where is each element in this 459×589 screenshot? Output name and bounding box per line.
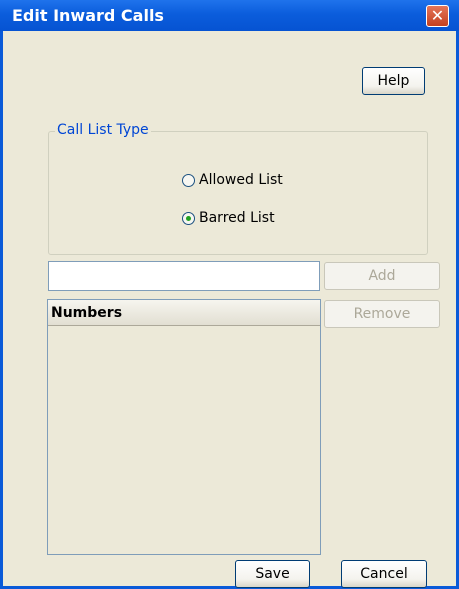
title-bar: Edit Inward Calls ✕ bbox=[0, 0, 459, 31]
cancel-button[interactable]: Cancel bbox=[341, 560, 427, 588]
radio-label-barred: Barred List bbox=[199, 210, 275, 226]
close-icon: ✕ bbox=[430, 6, 445, 25]
radio-selected-dot bbox=[186, 215, 191, 221]
radio-button-allowed[interactable] bbox=[182, 173, 195, 187]
call-list-type-legend: Call List Type bbox=[55, 122, 151, 138]
radio-barred-list[interactable]: Barred List bbox=[182, 210, 275, 226]
add-button[interactable]: Add bbox=[324, 262, 440, 290]
window-title: Edit Inward Calls bbox=[12, 6, 164, 25]
numbers-column-header[interactable]: Numbers bbox=[48, 300, 320, 326]
dialog-window: Edit Inward Calls ✕ Help Call List Type … bbox=[0, 0, 459, 589]
call-list-type-group: Call List Type Allowed List Barred List bbox=[48, 122, 428, 255]
numbers-list[interactable]: Numbers bbox=[47, 299, 321, 555]
radio-label-allowed: Allowed List bbox=[199, 172, 283, 188]
remove-button[interactable]: Remove bbox=[324, 300, 440, 328]
save-button[interactable]: Save bbox=[235, 560, 310, 588]
radio-button-barred[interactable] bbox=[182, 211, 195, 225]
radio-allowed-list[interactable]: Allowed List bbox=[182, 172, 283, 188]
close-button[interactable]: ✕ bbox=[426, 5, 449, 27]
help-button[interactable]: Help bbox=[362, 67, 425, 95]
number-input[interactable] bbox=[48, 261, 320, 291]
dialog-body: Help Call List Type Allowed List Barred … bbox=[3, 31, 456, 588]
